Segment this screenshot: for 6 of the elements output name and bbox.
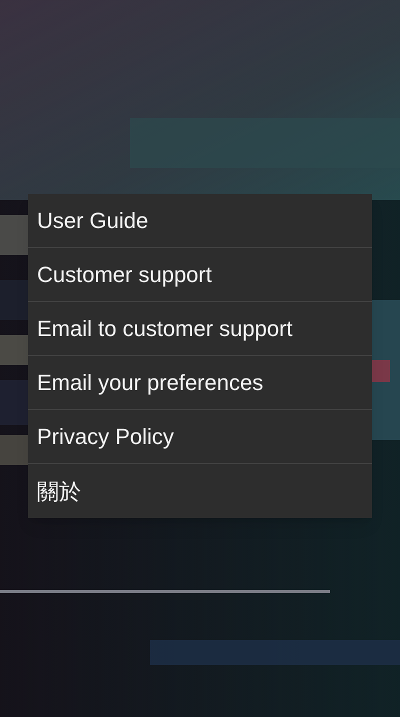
menu-item[interactable]: 關於 [28,464,372,518]
menu-item[interactable]: User Guide [28,194,372,248]
menu-item[interactable]: Privacy Policy [28,410,372,464]
menu-item[interactable]: Email to customer support [28,302,372,356]
menu-item[interactable]: Email your preferences [28,356,372,410]
menu-item[interactable]: Customer support [28,248,372,302]
